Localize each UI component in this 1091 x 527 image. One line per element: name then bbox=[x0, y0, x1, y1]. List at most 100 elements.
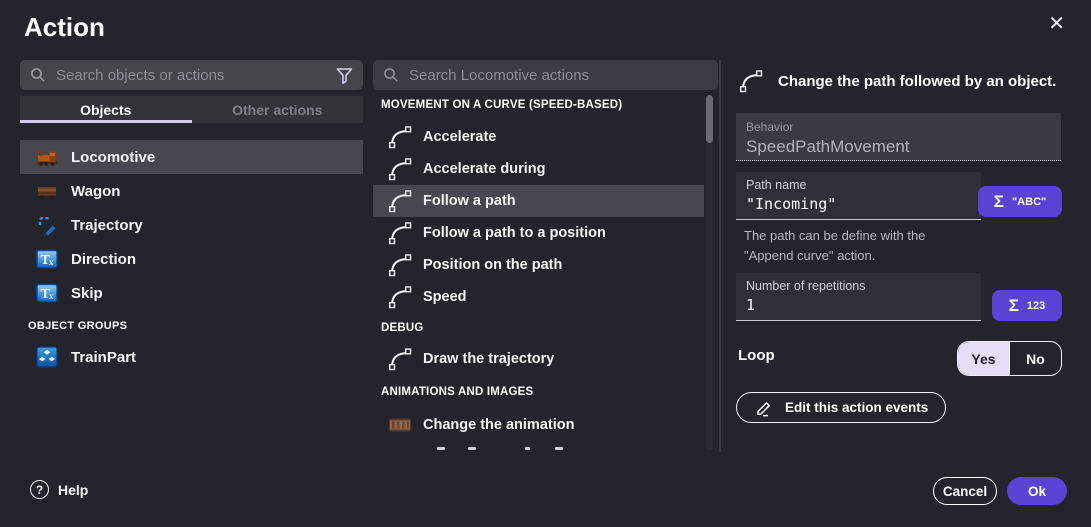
path-curve-icon bbox=[387, 156, 413, 182]
object-label: Wagon bbox=[71, 183, 120, 200]
repetitions-input[interactable] bbox=[746, 296, 971, 314]
object-row-locomotive[interactable]: Locomotive bbox=[20, 140, 363, 174]
section-header-movement: MOVEMENT ON A CURVE (SPEED-BASED) bbox=[373, 98, 718, 112]
section-header-animations: ANIMATIONS AND IMAGES bbox=[373, 385, 718, 399]
panel-divider bbox=[719, 60, 721, 452]
help-link[interactable]: ? Help bbox=[30, 480, 88, 499]
close-icon[interactable]: ✕ bbox=[1048, 14, 1065, 34]
wagon-icon bbox=[36, 180, 58, 202]
objects-search-bar[interactable] bbox=[20, 60, 363, 90]
help-label: Help bbox=[58, 482, 88, 498]
loop-label: Loop bbox=[738, 347, 775, 364]
action-config-panel: Change the path followed by an object. B… bbox=[736, 60, 1062, 452]
action-description: Change the path followed by an object. bbox=[778, 73, 1056, 90]
object-groups-header: OBJECT GROUPS bbox=[20, 318, 363, 334]
object-row-trainpart[interactable]: TrainPart bbox=[20, 340, 363, 374]
trajectory-icon bbox=[36, 214, 58, 236]
object-tabs: Objects Other actions bbox=[20, 96, 363, 123]
object-label: Locomotive bbox=[71, 149, 155, 166]
clipped-action-row bbox=[373, 445, 718, 452]
object-row-trajectory[interactable]: Trajectory bbox=[20, 208, 363, 242]
action-dialog: Action ✕ Objects Other actions Locomotiv… bbox=[0, 0, 1091, 527]
action-label: Change the animation bbox=[423, 417, 574, 433]
edit-action-events-button[interactable]: Edit this action events bbox=[736, 392, 946, 423]
path-helper-text: The path can be define with the "Append … bbox=[744, 226, 969, 266]
actions-panel: MOVEMENT ON A CURVE (SPEED-BASED) Accele… bbox=[373, 60, 718, 452]
behavior-field: Behavior SpeedPathMovement bbox=[736, 113, 1061, 161]
search-icon bbox=[383, 67, 399, 83]
path-curve-icon bbox=[387, 284, 413, 310]
path-curve-icon bbox=[387, 220, 413, 246]
action-row-position-on-path[interactable]: Position on the path bbox=[373, 249, 704, 281]
loop-no-option[interactable]: No bbox=[1009, 342, 1061, 375]
action-label: Accelerate during bbox=[423, 161, 546, 177]
action-description-header: Change the path followed by an object. bbox=[738, 68, 1056, 94]
tab-objects-label: Objects bbox=[80, 102, 131, 118]
ok-button[interactable]: Ok bbox=[1007, 477, 1067, 505]
expression-type-label: 123 bbox=[1027, 300, 1045, 312]
behavior-field-label: Behavior bbox=[746, 120, 1051, 134]
filter-icon[interactable] bbox=[336, 67, 353, 84]
path-name-label: Path name bbox=[746, 178, 971, 192]
actions-search-bar[interactable] bbox=[373, 60, 718, 90]
pencil-icon bbox=[754, 398, 774, 418]
svg-text:x: x bbox=[49, 291, 54, 301]
tab-objects[interactable]: Objects bbox=[20, 96, 192, 123]
expression-type-label: "ABC" bbox=[1012, 196, 1046, 208]
dialog-title: Action bbox=[24, 12, 105, 43]
section-header-debug: DEBUG bbox=[373, 321, 718, 335]
locomotive-icon bbox=[36, 146, 58, 168]
action-label: Follow a path bbox=[423, 193, 516, 209]
action-row-draw-trajectory[interactable]: Draw the trajectory bbox=[373, 343, 704, 375]
text-object-icon: Tx bbox=[36, 248, 58, 270]
object-label: Direction bbox=[71, 251, 136, 268]
svg-text:x: x bbox=[49, 257, 54, 267]
object-row-skip[interactable]: Tx Skip bbox=[20, 276, 363, 310]
object-row-direction[interactable]: Tx Direction bbox=[20, 242, 363, 276]
object-row-wagon[interactable]: Wagon bbox=[20, 174, 363, 208]
path-curve-icon bbox=[387, 188, 413, 214]
actions-scrollbar-thumb[interactable] bbox=[706, 95, 713, 143]
loop-yes-option[interactable]: Yes bbox=[958, 342, 1009, 375]
repetitions-label: Number of repetitions bbox=[746, 279, 971, 293]
active-tab-underline bbox=[20, 120, 192, 123]
action-row-accelerate[interactable]: Accelerate bbox=[373, 121, 704, 153]
path-curve-icon bbox=[387, 124, 413, 150]
action-label: Accelerate bbox=[423, 129, 496, 145]
path-curve-icon bbox=[387, 252, 413, 278]
text-object-icon: Tx bbox=[36, 282, 58, 304]
action-list: Accelerate Accelerate during Follow a pa… bbox=[373, 121, 718, 313]
object-group-icon bbox=[36, 346, 58, 368]
behavior-field-value: SpeedPathMovement bbox=[746, 137, 1051, 157]
action-row-follow-path-to-position[interactable]: Follow a path to a position bbox=[373, 217, 704, 249]
repetitions-field: Number of repetitions bbox=[736, 273, 981, 321]
tab-other-actions[interactable]: Other actions bbox=[192, 96, 364, 123]
edit-action-events-label: Edit this action events bbox=[785, 400, 928, 415]
action-row-accelerate-during[interactable]: Accelerate during bbox=[373, 153, 704, 185]
search-icon bbox=[30, 67, 46, 83]
object-label: Skip bbox=[71, 285, 103, 302]
action-label: Position on the path bbox=[423, 257, 562, 273]
object-label: Trajectory bbox=[71, 217, 143, 234]
animation-film-icon bbox=[387, 412, 413, 438]
string-expression-button[interactable]: Σ "ABC" bbox=[978, 186, 1062, 217]
object-list: Locomotive Wagon Trajectory Tx Direction… bbox=[20, 140, 363, 374]
number-expression-button[interactable]: Σ 123 bbox=[992, 290, 1062, 321]
path-curve-icon bbox=[387, 346, 413, 372]
action-row-follow-a-path[interactable]: Follow a path bbox=[373, 185, 704, 217]
loop-toggle: Yes No bbox=[957, 341, 1062, 376]
path-name-input[interactable] bbox=[746, 195, 971, 213]
path-name-field: Path name bbox=[736, 172, 981, 220]
objects-search-input[interactable] bbox=[56, 67, 326, 84]
action-row-speed[interactable]: Speed bbox=[373, 281, 704, 313]
sigma-icon: Σ bbox=[1009, 297, 1019, 314]
action-label: Speed bbox=[423, 289, 467, 305]
cancel-button[interactable]: Cancel bbox=[933, 477, 997, 505]
help-icon: ? bbox=[30, 480, 49, 499]
actions-search-input[interactable] bbox=[409, 67, 708, 84]
action-label: Follow a path to a position bbox=[423, 225, 606, 241]
actions-scrollbar-track[interactable] bbox=[706, 95, 713, 450]
object-label: TrainPart bbox=[71, 349, 136, 366]
objects-panel: Objects Other actions Locomotive Wagon T… bbox=[20, 60, 363, 374]
action-row-change-animation[interactable]: Change the animation bbox=[373, 409, 704, 441]
